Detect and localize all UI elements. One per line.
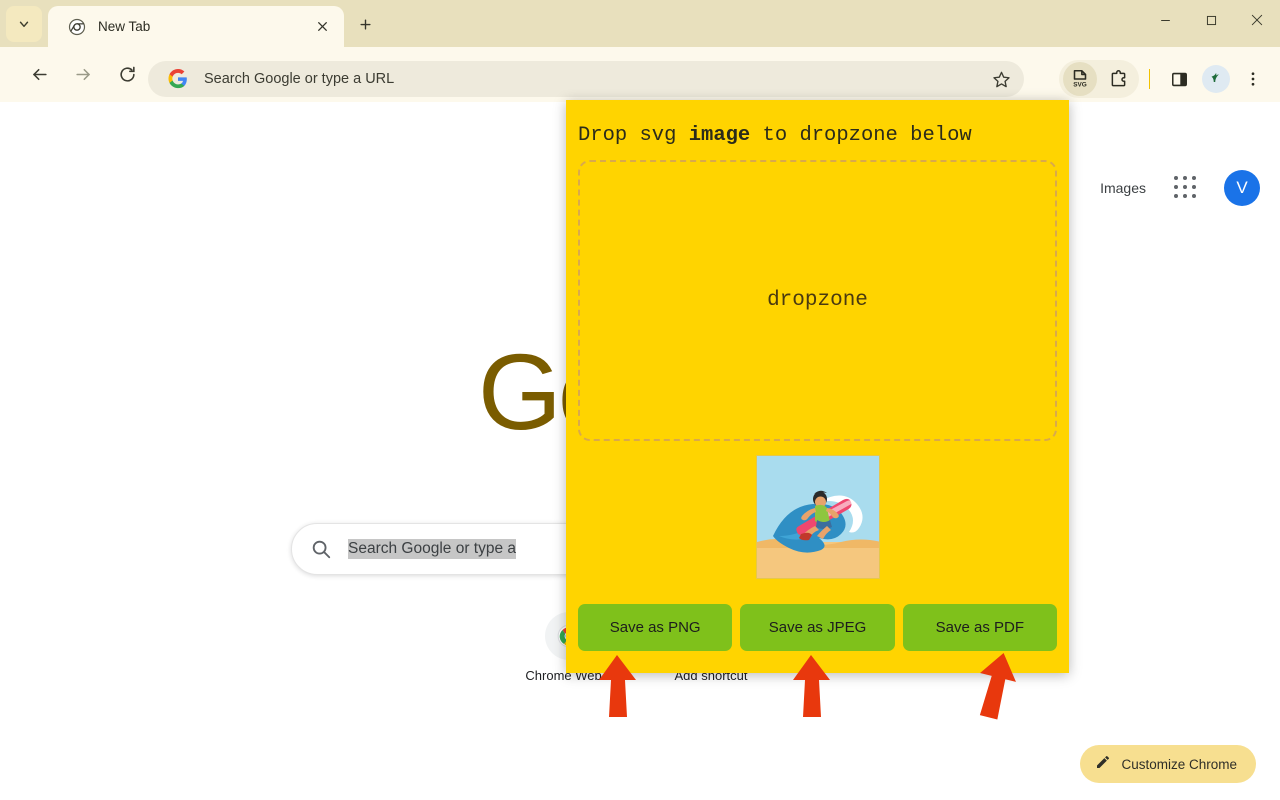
plus-icon [358, 17, 373, 37]
apps-grid-dot [1182, 184, 1188, 190]
apps-grid-icon[interactable] [1174, 176, 1198, 200]
google-g-icon [168, 69, 188, 89]
save-as-png-button[interactable]: Save as PNG [578, 604, 733, 651]
popup-title: Drop svg image to dropzone below [578, 100, 1057, 160]
customize-chrome-button[interactable]: Customize Chrome [1080, 745, 1256, 783]
toolbar-right-icons: SVG [1059, 58, 1272, 100]
apps-grid-dot [1182, 176, 1188, 181]
window-minimize-button[interactable] [1142, 0, 1188, 40]
apps-grid-dot [1191, 193, 1196, 198]
ntp-search-placeholder: Search Google or type a [348, 539, 517, 559]
customize-chrome-label: Customize Chrome [1121, 756, 1237, 772]
toolbar-separator [1149, 69, 1150, 89]
chrome-menu-icon[interactable] [1236, 62, 1270, 96]
window-controls [1142, 0, 1280, 47]
browser-chrome: New Tab Search Google or type a URL SVG [0, 0, 1280, 102]
svg-extension-popup: Drop svg image to dropzone below dropzon… [566, 100, 1069, 673]
annotation-arrow-jpeg [788, 653, 834, 724]
tab-strip: New Tab [0, 0, 1280, 47]
browser-window: Images V Google Search [0, 0, 1280, 800]
images-link[interactable]: Images [1100, 180, 1146, 196]
tab-new-tab[interactable]: New Tab [48, 6, 344, 47]
pencil-icon [1095, 754, 1111, 775]
star-icon[interactable] [988, 66, 1014, 92]
profile-avatar-icon[interactable] [1202, 65, 1230, 93]
window-maximize-button[interactable] [1188, 0, 1234, 40]
apps-grid-dot [1182, 193, 1188, 198]
chrome-favicon [68, 18, 86, 36]
tab-title: New Tab [98, 19, 151, 34]
ntp-header-right: Images V [1100, 170, 1260, 206]
new-tab-button[interactable] [350, 12, 380, 42]
tab-close-button[interactable] [310, 15, 334, 39]
apps-grid-dot [1191, 184, 1196, 190]
apps-grid-dot [1174, 193, 1179, 198]
surfer-illustration-thumbnail[interactable] [755, 455, 880, 579]
chevron-down-icon [17, 17, 31, 31]
apps-grid-dot [1174, 184, 1179, 190]
forward-button[interactable] [66, 58, 100, 92]
dropzone[interactable]: dropzone [578, 160, 1057, 441]
popup-title-suffix: to dropzone below [750, 124, 972, 147]
extension-icon-group: SVG [1059, 60, 1139, 98]
back-button[interactable] [22, 58, 56, 92]
save-as-jpeg-button[interactable]: Save as JPEG [740, 604, 895, 651]
reload-button[interactable] [110, 58, 144, 92]
side-panel-icon[interactable] [1162, 62, 1196, 96]
save-button-row: Save as PNG Save as JPEG Save as PDF [578, 604, 1057, 651]
thumbnail-area [578, 455, 1057, 579]
save-as-pdf-button[interactable]: Save as PDF [902, 604, 1057, 651]
popup-title-prefix: Drop svg [578, 124, 689, 147]
extensions-puzzle-icon[interactable] [1101, 62, 1135, 96]
search-icon [310, 538, 332, 560]
popup-title-bold: image [688, 124, 751, 147]
annotation-arrow-png [594, 653, 640, 724]
avatar[interactable]: V [1224, 170, 1260, 206]
window-close-button[interactable] [1234, 0, 1280, 40]
apps-grid-dot [1191, 176, 1196, 181]
svg-text:SVG: SVG [1073, 81, 1087, 88]
svg-extension-icon[interactable]: SVG [1063, 62, 1097, 96]
omnibox-placeholder: Search Google or type a URL [204, 71, 395, 87]
dropzone-label: dropzone [767, 289, 868, 312]
tab-search-button[interactable] [6, 6, 42, 42]
apps-grid-dot [1174, 176, 1179, 181]
omnibox[interactable]: Search Google or type a URL [148, 61, 1024, 97]
